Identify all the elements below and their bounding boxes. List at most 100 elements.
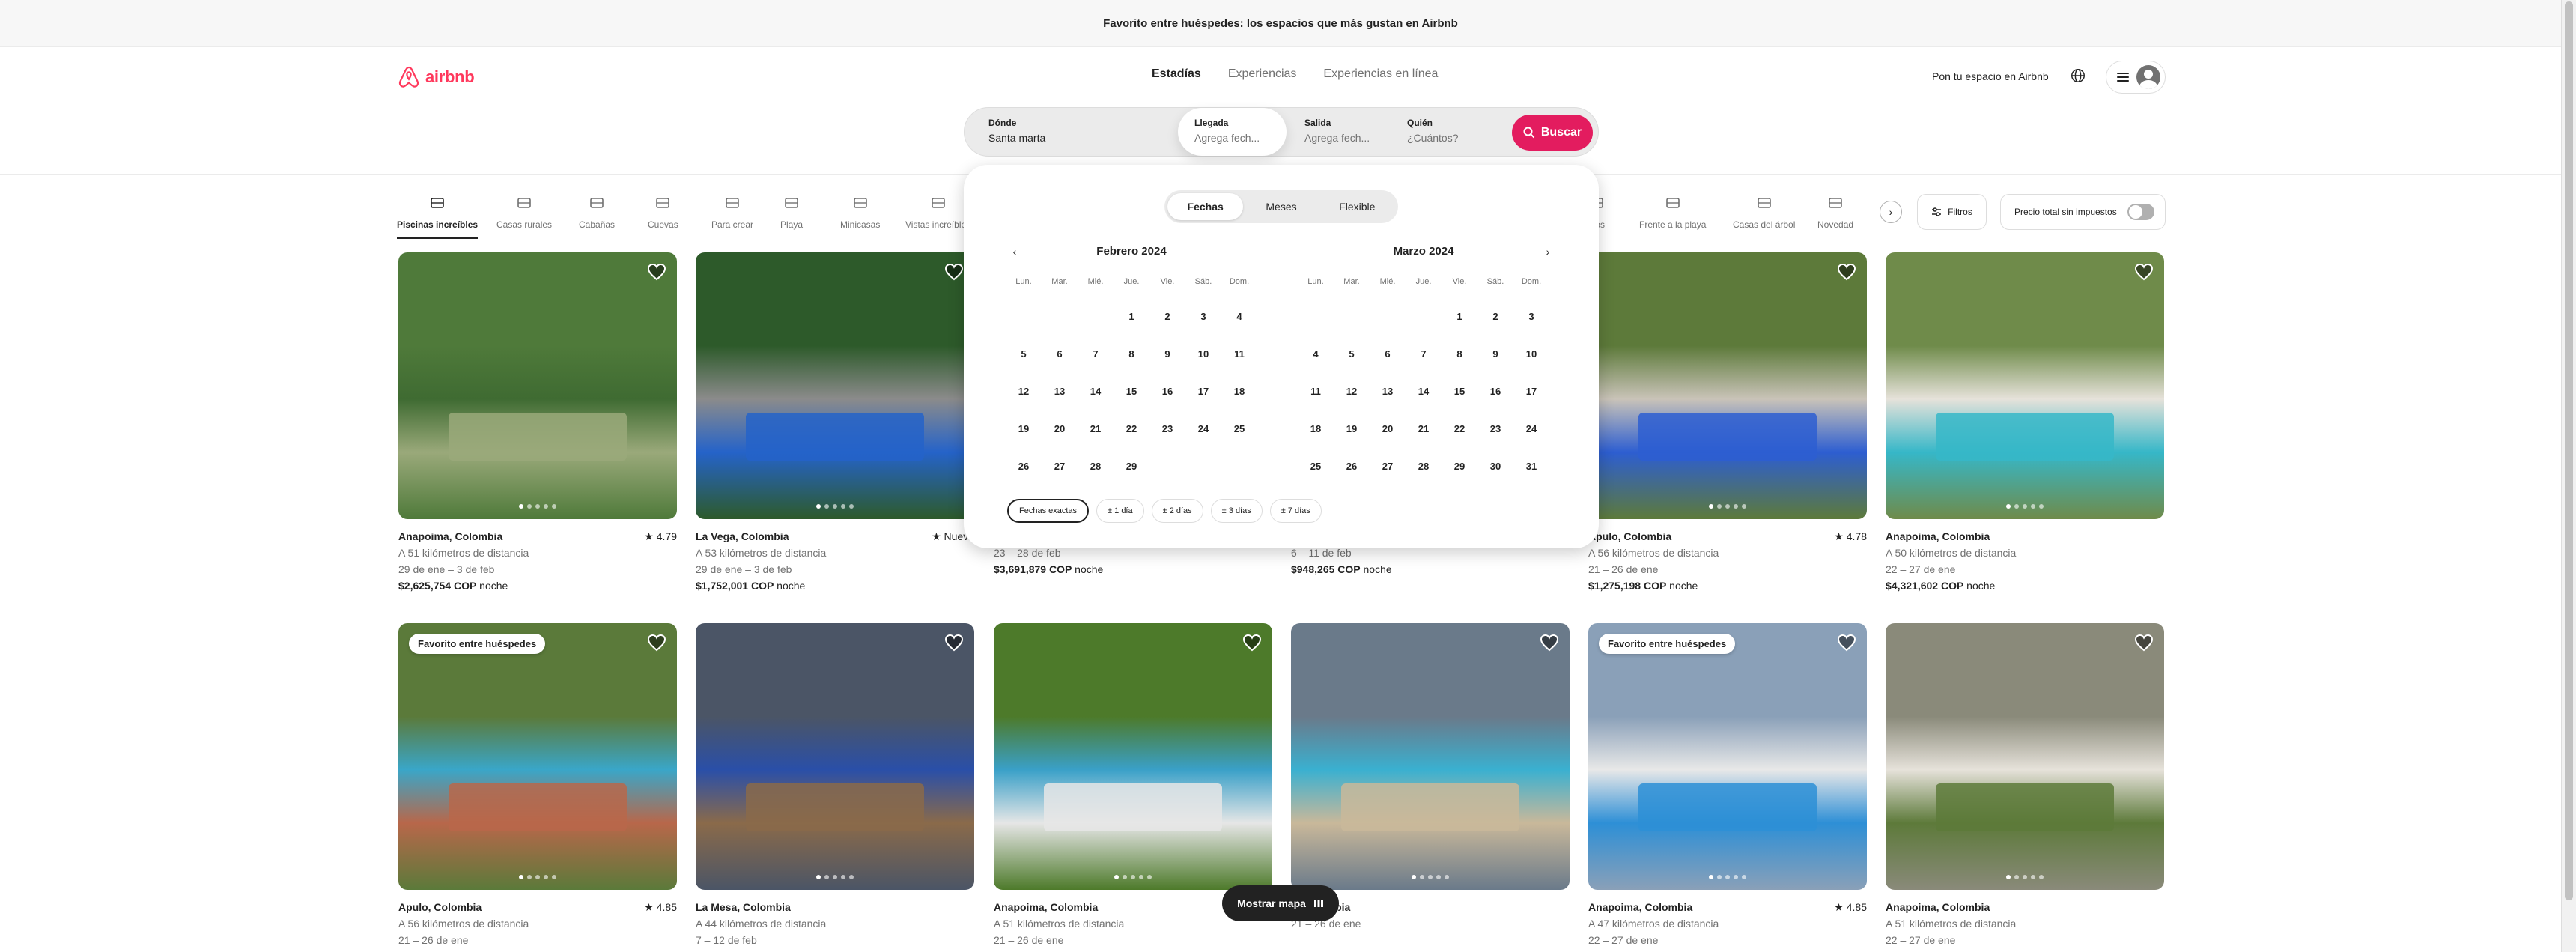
calendar-day[interactable]: 12	[1334, 373, 1370, 410]
calendar-day[interactable]: 8	[1442, 336, 1477, 373]
tab-meses[interactable]: Meses	[1243, 193, 1319, 220]
host-link[interactable]: Pon tu espacio en Airbnb	[1932, 70, 2049, 82]
heart-icon[interactable]	[1242, 634, 1262, 652]
calendar-day[interactable]: 12	[1006, 373, 1042, 410]
calendar-day[interactable]: 16	[1149, 373, 1185, 410]
calendar-day[interactable]: 26	[1334, 448, 1370, 485]
calendar-day[interactable]: 28	[1406, 448, 1442, 485]
calendar-day[interactable]: 22	[1114, 410, 1149, 448]
category-10[interactable]: Casas del árbol	[1733, 191, 1795, 230]
calendar-day[interactable]: 6	[1370, 336, 1406, 373]
calendar-day[interactable]: 14	[1078, 373, 1114, 410]
calendar-day[interactable]: 4	[1298, 336, 1334, 373]
heart-icon[interactable]	[2134, 634, 2154, 652]
calendar-day[interactable]: 7	[1406, 336, 1442, 373]
calendar-day[interactable]: 17	[1513, 373, 1549, 410]
listing-photo[interactable]	[1291, 623, 1570, 890]
calendar-day[interactable]: 10	[1185, 336, 1221, 373]
calendar-day[interactable]: 22	[1442, 410, 1477, 448]
calendar-day[interactable]: 1	[1442, 298, 1477, 336]
calendar-day[interactable]: 10	[1513, 336, 1549, 373]
heart-icon[interactable]	[647, 263, 666, 281]
tab-experiencias[interactable]: Experiencias	[1215, 67, 1310, 81]
category-5[interactable]: Playa	[780, 191, 803, 230]
heart-icon[interactable]	[647, 634, 666, 652]
calendar-day[interactable]: 19	[1006, 410, 1042, 448]
calendar-day[interactable]: 11	[1298, 373, 1334, 410]
listing-card[interactable]: Anapoima, Colombia ★ 4.79 A 51 kilómetros …	[398, 252, 677, 594]
category-4[interactable]: Para crear	[711, 191, 753, 230]
calendar-day[interactable]: 31	[1513, 448, 1549, 485]
calendar-day[interactable]: 27	[1042, 448, 1078, 485]
listing-card[interactable]: Apulo, Colombia ★ 4.78 A 56 kilómetros de …	[1588, 252, 1867, 594]
search-where-field[interactable]: Dónde Santa marta	[965, 108, 1176, 156]
calendar-day[interactable]: 11	[1221, 336, 1257, 373]
flex-date-chip[interactable]: ± 7 días	[1269, 499, 1322, 523]
calendar-day[interactable]: 23	[1149, 410, 1185, 448]
calendar-day[interactable]: 24	[1185, 410, 1221, 448]
flex-date-chip[interactable]: Fechas exactas	[1007, 499, 1090, 523]
flex-date-chip[interactable]: ± 3 días	[1210, 499, 1263, 523]
calendar-day[interactable]: 3	[1513, 298, 1549, 336]
calendar-day[interactable]: 8	[1114, 336, 1149, 373]
calendar-day[interactable]: 16	[1477, 373, 1513, 410]
flex-date-chip[interactable]: ± 1 día	[1096, 499, 1144, 523]
flex-date-chip[interactable]: ± 2 días	[1151, 499, 1203, 523]
tab-flexible[interactable]: Flexible	[1319, 193, 1395, 220]
listing-card[interactable]: Favorito entre huéspedes Apulo, Colombia ★…	[398, 623, 677, 948]
heart-icon[interactable]	[1837, 263, 1856, 281]
calendar-day[interactable]: 28	[1078, 448, 1114, 485]
calendar-day[interactable]: 23	[1477, 410, 1513, 448]
calendar-day[interactable]: 2	[1477, 298, 1513, 336]
show-map-button[interactable]: Mostrar mapa	[1222, 885, 1339, 921]
calendar-day[interactable]: 20	[1042, 410, 1078, 448]
calendar-day[interactable]: 21	[1406, 410, 1442, 448]
search-checkin-field[interactable]: Llegada Agrega fech...	[1178, 108, 1287, 156]
calendar-day[interactable]: 4	[1221, 298, 1257, 336]
search-button[interactable]: Buscar	[1512, 115, 1593, 151]
listing-card[interactable]: La Mesa, Colombia A 44 kilómetros de dist…	[696, 623, 974, 948]
search-guests-field[interactable]: Quién ¿Cuántos?	[1391, 108, 1503, 156]
calendar-day[interactable]: 13	[1042, 373, 1078, 410]
calendar-day[interactable]: 25	[1298, 448, 1334, 485]
listing-card[interactable]: La Vega, Colombia ★ Nuevo A 53 kilómetros …	[696, 252, 974, 594]
calendar-day[interactable]: 3	[1185, 298, 1221, 336]
taxes-toggle[interactable]	[2127, 204, 2154, 220]
calendar-day[interactable]: 30	[1477, 448, 1513, 485]
listing-card[interactable]: Anapoima, Colombia A 50 kilómetros de dis…	[1886, 252, 2164, 594]
search-checkout-field[interactable]: Salida Agrega fech...	[1288, 108, 1389, 156]
calendar-day[interactable]: 29	[1442, 448, 1477, 485]
calendar-day[interactable]: 9	[1149, 336, 1185, 373]
airbnb-logo[interactable]: airbnb	[397, 64, 475, 90]
calendar-day[interactable]: 15	[1114, 373, 1149, 410]
calendar-day[interactable]: 25	[1221, 410, 1257, 448]
category-0[interactable]: Piscinas increíbles	[397, 191, 478, 239]
heart-icon[interactable]	[944, 263, 964, 281]
listing-photo[interactable]	[1588, 252, 1867, 519]
calendar-day[interactable]: 21	[1078, 410, 1114, 448]
listing-photo[interactable]	[1886, 252, 2164, 519]
heart-icon[interactable]	[1540, 634, 1559, 652]
calendar-day[interactable]: 7	[1078, 336, 1114, 373]
category-9[interactable]: Frente a la playa	[1639, 191, 1706, 230]
user-menu-button[interactable]	[2106, 61, 2166, 94]
promo-banner[interactable]: Favorito entre huéspedes: los espacios q…	[0, 0, 2561, 47]
page-scrollbar[interactable]	[2561, 0, 2576, 952]
heart-icon[interactable]	[2134, 263, 2154, 281]
calendar-day[interactable]: 5	[1006, 336, 1042, 373]
category-6[interactable]: Minicasas	[840, 191, 880, 230]
where-value[interactable]: Santa marta	[988, 132, 1176, 144]
calendar-day[interactable]: 1	[1114, 298, 1149, 336]
calendar-day[interactable]: 9	[1477, 336, 1513, 373]
calendar-day[interactable]: 20	[1370, 410, 1406, 448]
scrollbar-thumb[interactable]	[2565, 1, 2573, 900]
tab-fechas[interactable]: Fechas	[1167, 193, 1244, 220]
listing-card[interactable]: a, Colombia21 – 26 de ene	[1291, 623, 1570, 932]
listing-photo[interactable]	[696, 252, 974, 519]
category-next-button[interactable]: ›	[1880, 201, 1902, 223]
listing-photo[interactable]: Favorito entre huéspedes	[398, 623, 677, 890]
calendar-day[interactable]: 6	[1042, 336, 1078, 373]
calendar-day[interactable]: 27	[1370, 448, 1406, 485]
listing-card[interactable]: Anapoima, Colombia A 51 kilómetros de dis…	[1886, 623, 2164, 948]
calendar-day[interactable]: 17	[1185, 373, 1221, 410]
